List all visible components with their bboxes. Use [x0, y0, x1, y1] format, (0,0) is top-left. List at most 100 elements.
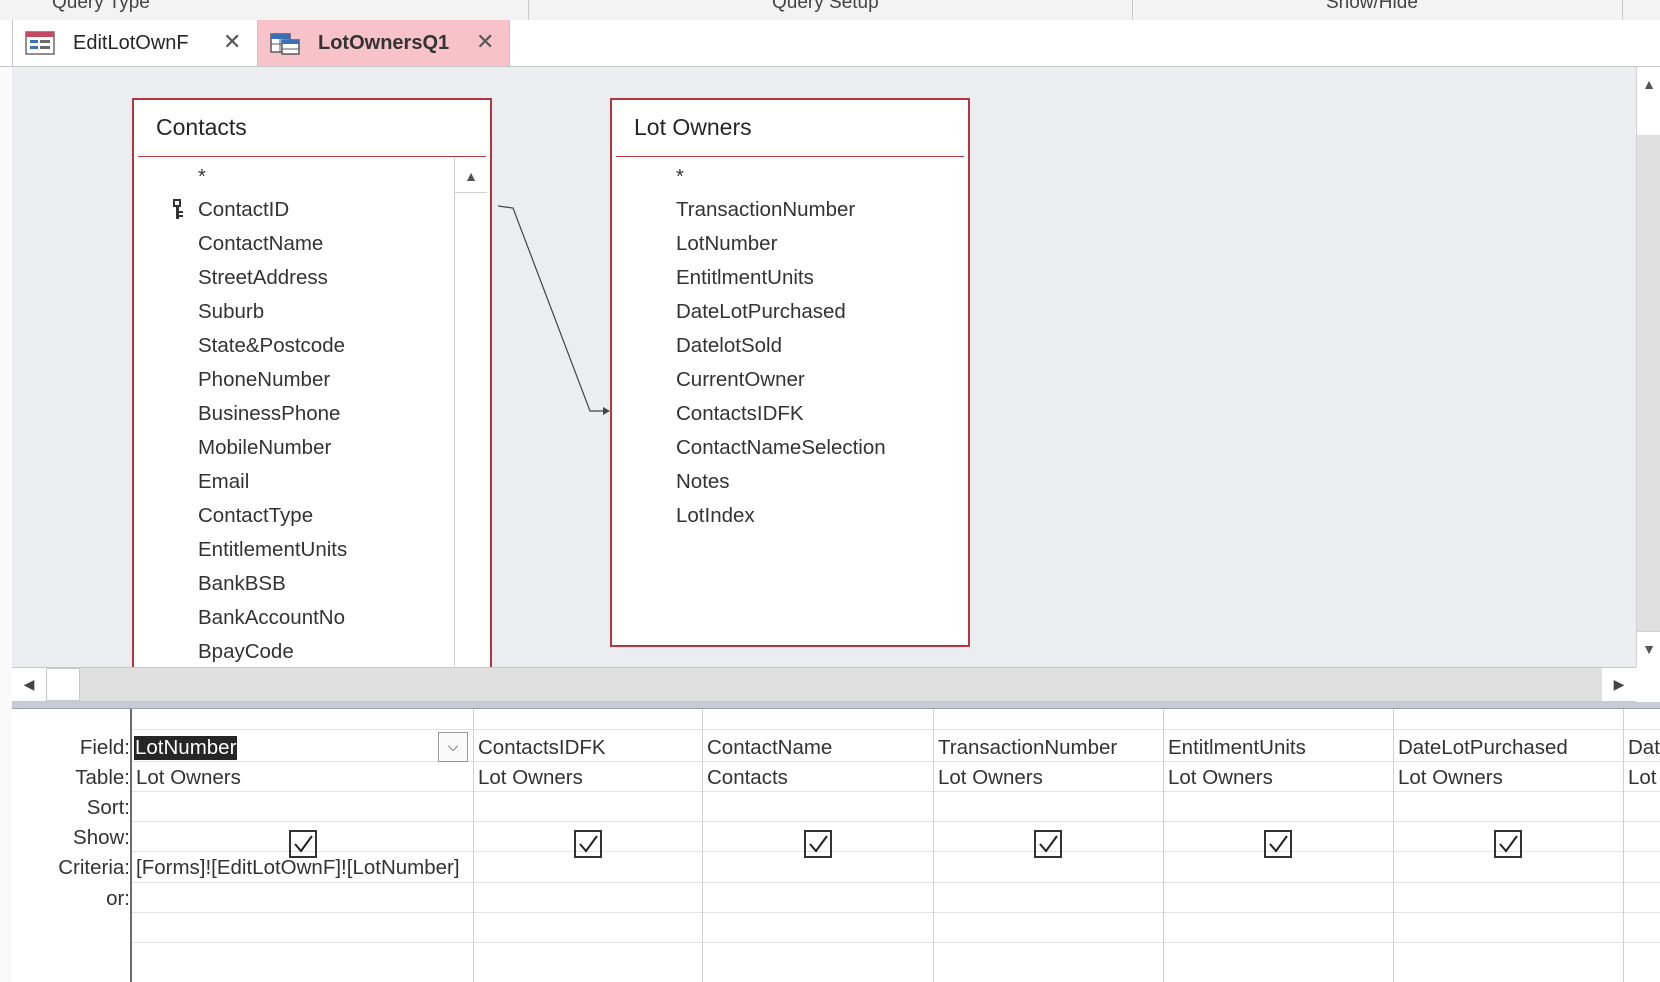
scroll-right-arrow-icon[interactable]: ▶	[1602, 668, 1636, 701]
grid-column[interactable]: ContactName Contacts	[703, 709, 934, 982]
tab-lotownersq1[interactable]: LotOwnersQ1 ✕	[258, 20, 510, 66]
field-list-item[interactable]: BpayCode	[198, 640, 294, 664]
table-cell[interactable]: Lot	[1628, 766, 1657, 790]
row-label-table: Table:	[75, 766, 130, 789]
pane-splitter[interactable]	[12, 702, 1660, 709]
primary-key-icon	[173, 199, 183, 219]
criteria-cell[interactable]: [Forms]![EditLotOwnF]![LotNumber]	[136, 856, 460, 880]
field-list-item[interactable]: EntitlmentUnits	[676, 266, 814, 290]
field-cell[interactable]: DateLotPurchased	[1398, 736, 1568, 760]
ribbon-separator	[1132, 0, 1133, 20]
show-checkbox[interactable]	[1034, 830, 1062, 858]
field-list-item[interactable]: LotIndex	[676, 504, 755, 528]
tab-editlotownf[interactable]: EditLotOwnF ✕	[12, 20, 258, 66]
checkmark-icon	[1499, 835, 1518, 853]
table-cell[interactable]: Lot Owners	[938, 766, 1043, 790]
form-icon	[25, 31, 55, 55]
field-list-item[interactable]: DatelotSold	[676, 334, 782, 358]
document-tab-bar: EditLotOwnF ✕ LotOwnersQ1 ✕	[0, 20, 1660, 67]
table-cell[interactable]: Lot Owners	[136, 766, 241, 790]
field-list-item[interactable]: Email	[198, 470, 249, 494]
show-checkbox[interactable]	[804, 830, 832, 858]
field-list-title[interactable]: Lot Owners	[634, 114, 752, 141]
field-cell[interactable]: TransactionNumber	[938, 736, 1117, 760]
field-cell[interactable]: ContactName	[707, 736, 832, 760]
contacts-field-list[interactable]: Contacts * ContactID ContactName StreetA…	[132, 98, 492, 667]
field-cell[interactable]: EntitlmentUnits	[1168, 736, 1306, 760]
table-cell[interactable]: Lot Owners	[1398, 766, 1503, 790]
scroll-left-arrow-icon[interactable]: ◀	[12, 668, 46, 701]
row-label-sort: Sort:	[86, 796, 130, 819]
field-list-item[interactable]: MobileNumber	[198, 436, 331, 460]
field-list-item[interactable]: EntitlementUnits	[198, 538, 347, 562]
table-cell[interactable]: Lot Owners	[1168, 766, 1273, 790]
field-list-item-all[interactable]: *	[198, 166, 206, 189]
field-cell[interactable]: ContactsIDFK	[478, 736, 606, 760]
checkmark-icon	[1269, 835, 1288, 853]
scroll-up-arrow-icon[interactable]: ▲	[455, 160, 487, 193]
show-checkbox[interactable]	[1264, 830, 1292, 858]
grid-column[interactable]: LotNumber ⌵ Lot Owners [Forms]![EditLotO…	[132, 709, 474, 982]
field-list-item[interactable]: StreetAddress	[198, 266, 328, 290]
field-list-item[interactable]: DateLotPurchased	[676, 300, 846, 324]
field-list-item[interactable]: State&Postcode	[198, 334, 345, 358]
field-list-item[interactable]: BankAccountNo	[198, 606, 345, 630]
row-label-criteria: Criteria:	[58, 856, 130, 879]
scroll-track[interactable]	[1637, 135, 1660, 631]
field-list-scrollbar[interactable]: ▲	[454, 158, 487, 667]
field-list-item[interactable]: Suburb	[198, 300, 264, 324]
ribbon-group-labels: Query Type Query Setup Show/Hide	[0, 0, 1660, 21]
ribbon-group-query-type: Query Type	[52, 0, 150, 13]
field-list-item[interactable]: ContactsIDFK	[676, 402, 804, 426]
field-list-item[interactable]: ContactName	[198, 232, 323, 256]
field-list-item[interactable]: BusinessPhone	[198, 402, 340, 426]
checkmark-icon	[1039, 835, 1058, 853]
table-cell[interactable]: Contacts	[707, 766, 788, 790]
ribbon-group-show-hide: Show/Hide	[1326, 0, 1418, 13]
field-list-item[interactable]: ContactNameSelection	[676, 436, 886, 460]
field-list-item[interactable]: Notes	[676, 470, 730, 494]
grid-row-labels: Field: Table: Sort: Show: Criteria: or:	[12, 709, 130, 982]
field-list-item[interactable]: LotNumber	[676, 232, 777, 256]
chevron-down-icon[interactable]: ⌵	[438, 732, 468, 762]
grid-column[interactable]: TransactionNumber Lot Owners	[934, 709, 1164, 982]
tab-label: EditLotOwnF	[73, 31, 189, 54]
field-list-title[interactable]: Contacts	[156, 114, 247, 141]
table-cell[interactable]: Lot Owners	[478, 766, 583, 790]
ribbon-separator	[528, 0, 529, 20]
grid-column[interactable]: Dat Lot	[1624, 709, 1660, 982]
field-list-item[interactable]: ContactID	[198, 198, 289, 222]
row-label-field: Field:	[79, 736, 130, 759]
query-design-area[interactable]: Contacts * ContactID ContactName StreetA…	[12, 67, 1636, 667]
field-list-item[interactable]: TransactionNumber	[676, 198, 855, 222]
row-label-or: or:	[106, 887, 130, 910]
query-design-grid[interactable]: Field: Table: Sort: Show: Criteria: or: …	[12, 709, 1660, 982]
field-list-item-all[interactable]: *	[676, 166, 684, 189]
close-icon[interactable]: ✕	[223, 29, 241, 55]
field-list-item[interactable]: PhoneNumber	[198, 368, 330, 392]
checkmark-icon	[294, 835, 313, 853]
lot-owners-field-list[interactable]: Lot Owners * TransactionNumber LotNumber…	[610, 98, 970, 647]
field-cell[interactable]: LotNumber	[134, 736, 238, 760]
design-horizontal-scrollbar[interactable]: ◀ ▶	[12, 667, 1636, 702]
field-cell[interactable]: Dat	[1628, 736, 1660, 760]
grid-columns[interactable]: LotNumber ⌵ Lot Owners [Forms]![EditLotO…	[130, 709, 1660, 982]
scroll-down-arrow-icon[interactable]: ▼	[1637, 631, 1660, 666]
scroll-thumb[interactable]	[1637, 101, 1660, 136]
show-checkbox[interactable]	[1494, 830, 1522, 858]
checkmark-icon	[809, 835, 828, 853]
show-checkbox[interactable]	[574, 830, 602, 858]
field-list-divider	[616, 156, 964, 157]
grid-column[interactable]: EntitlmentUnits Lot Owners	[1164, 709, 1394, 982]
field-list-item[interactable]: BankBSB	[198, 572, 286, 596]
field-list-item[interactable]: CurrentOwner	[676, 368, 805, 392]
grid-column[interactable]: DateLotPurchased Lot Owners	[1394, 709, 1624, 982]
show-checkbox[interactable]	[289, 830, 317, 858]
grid-column[interactable]: ContactsIDFK Lot Owners	[474, 709, 703, 982]
checkmark-icon	[579, 835, 598, 853]
scroll-up-arrow-icon[interactable]: ▲	[1637, 67, 1660, 102]
close-icon[interactable]: ✕	[476, 29, 494, 55]
scroll-thumb[interactable]	[46, 668, 80, 701]
design-vertical-scrollbar[interactable]: ▲ ▼	[1636, 67, 1660, 667]
field-list-item[interactable]: ContactType	[198, 504, 313, 528]
